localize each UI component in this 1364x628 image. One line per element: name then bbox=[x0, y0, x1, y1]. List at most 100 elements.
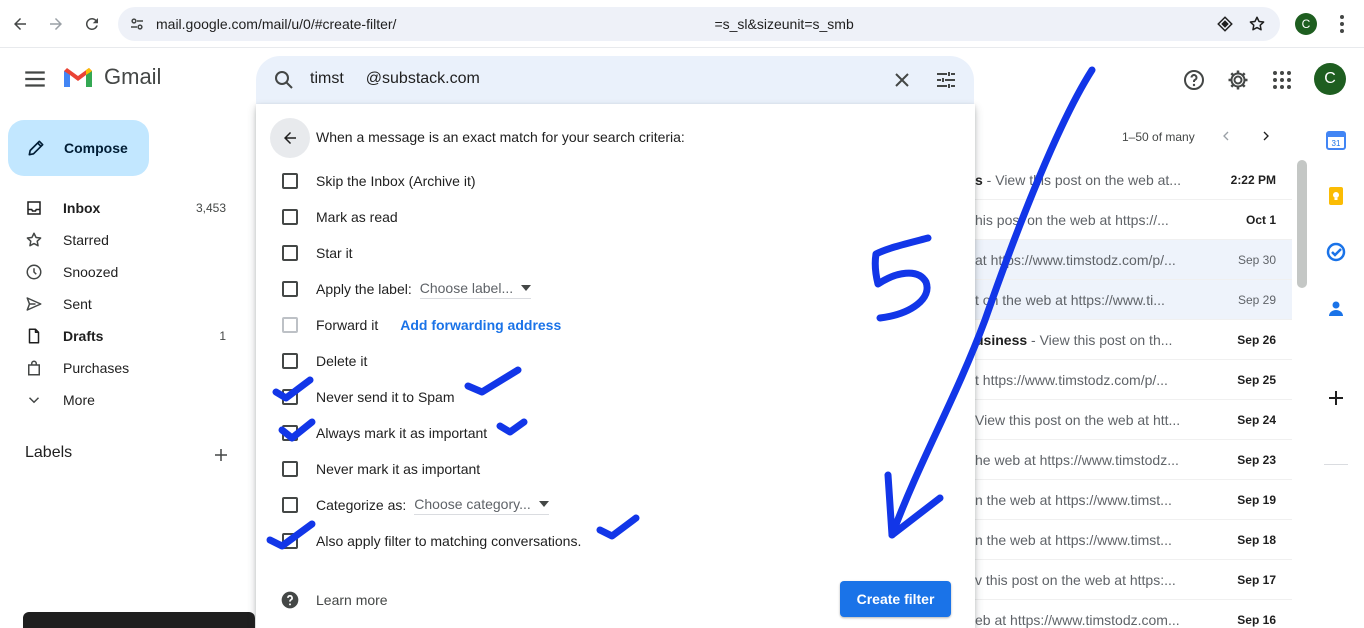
dropdown-value: Choose label... bbox=[419, 279, 514, 296]
apps-grid-icon[interactable] bbox=[1270, 68, 1294, 97]
mail-row[interactable]: v this post on the web at https:... Sep 1… bbox=[975, 560, 1292, 600]
filter-criteria-heading: When a message is an exact match for you… bbox=[316, 129, 685, 145]
pager-count: 1–50 of many bbox=[1122, 130, 1195, 144]
chevron-down-icon bbox=[25, 391, 43, 409]
choose-category-dropdown[interactable]: Choose category... bbox=[414, 496, 549, 515]
create-filter-button[interactable]: Create filter bbox=[840, 581, 951, 617]
mail-row[interactable]: eb at https://www.timstodz.com... Sep 16 bbox=[975, 600, 1292, 628]
reload-icon[interactable] bbox=[80, 12, 104, 36]
compose-label: Compose bbox=[64, 140, 128, 156]
option-label: Skip the Inbox (Archive it) bbox=[316, 173, 476, 189]
mail-snippet-text: v this post on the web at https:... bbox=[975, 572, 1176, 588]
mail-row[interactable]: n the web at https://www.timst... Sep 19 bbox=[975, 480, 1292, 520]
mail-row[interactable]: at https://www.timstodz.com/p/... Sep 30 bbox=[975, 240, 1292, 280]
mail-date: Sep 25 bbox=[1237, 373, 1276, 387]
sidebar-item-drafts[interactable]: Drafts 1 bbox=[0, 320, 240, 352]
sidebar-item-label: More bbox=[63, 392, 95, 408]
apply-to-matching-checkbox[interactable] bbox=[282, 533, 298, 549]
clear-search-icon[interactable] bbox=[890, 68, 914, 97]
skip-inbox-checkbox[interactable] bbox=[282, 173, 298, 189]
mail-date: Oct 1 bbox=[1245, 213, 1276, 227]
choose-label-dropdown[interactable]: Choose label... bbox=[419, 279, 532, 299]
mail-subject: s bbox=[975, 172, 983, 188]
always-important-checkbox[interactable] bbox=[282, 425, 298, 441]
chevron-right-icon[interactable] bbox=[1258, 128, 1274, 149]
draft-icon bbox=[25, 327, 43, 345]
address-bar[interactable]: mail.google.com/mail/u/0/#create-filter/… bbox=[118, 7, 1280, 41]
chevron-left-icon[interactable] bbox=[1218, 128, 1234, 149]
extension-icon[interactable] bbox=[1216, 15, 1234, 38]
option-skip-inbox: Skip the Inbox (Archive it) bbox=[282, 171, 476, 191]
purchases-icon bbox=[25, 359, 43, 377]
mail-snippet: t https://www.timstodz.com/p/... bbox=[975, 372, 1190, 388]
contacts-icon[interactable] bbox=[1326, 298, 1346, 318]
search-bar[interactable]: timst @substack.com bbox=[256, 56, 974, 104]
mail-row[interactable]: n the web at https://www.timst... Sep 18 bbox=[975, 520, 1292, 560]
option-label: Star it bbox=[316, 245, 353, 261]
mail-row[interactable]: View this post on the web at htt... Sep 2… bbox=[975, 400, 1292, 440]
browser-toolbar: mail.google.com/mail/u/0/#create-filter/… bbox=[0, 0, 1364, 48]
inbox-icon bbox=[25, 199, 43, 217]
search-icon[interactable] bbox=[272, 68, 296, 97]
sidebar-item-snoozed[interactable]: Snoozed bbox=[0, 256, 240, 288]
get-addons-plus-icon[interactable] bbox=[1326, 388, 1346, 408]
option-label: Never mark it as important bbox=[316, 461, 481, 477]
compose-button[interactable]: Compose bbox=[8, 120, 149, 176]
browser-profile-avatar[interactable]: C bbox=[1295, 13, 1317, 35]
mail-snippet-text: n the web at https://www.timst... bbox=[975, 492, 1172, 508]
never-spam-checkbox[interactable] bbox=[282, 389, 298, 405]
apply-label-checkbox[interactable] bbox=[282, 281, 298, 297]
keep-icon[interactable] bbox=[1326, 186, 1346, 206]
calendar-icon[interactable]: 31 bbox=[1326, 130, 1346, 150]
bookmark-star-icon[interactable] bbox=[1248, 15, 1266, 38]
back-button[interactable] bbox=[270, 118, 310, 158]
mail-row[interactable]: t on the web at https://www.ti... Sep 29 bbox=[975, 280, 1292, 320]
help-circle-icon[interactable] bbox=[280, 590, 300, 615]
mail-snippet: v this post on the web at https:... bbox=[975, 572, 1190, 588]
mail-row[interactable]: his post on the web at https://... Oct 1 bbox=[975, 200, 1292, 240]
forward-arrow-icon[interactable] bbox=[44, 12, 68, 36]
mail-list-scrollbar[interactable] bbox=[1297, 160, 1307, 288]
option-label: Delete it bbox=[316, 353, 368, 369]
main-menu-icon[interactable] bbox=[22, 66, 48, 97]
star-it-checkbox[interactable] bbox=[282, 245, 298, 261]
sidebar-item-sent[interactable]: Sent bbox=[0, 288, 240, 320]
sidebar-item-purchases[interactable]: Purchases bbox=[0, 352, 240, 384]
sidebar-item-more[interactable]: More bbox=[0, 384, 240, 416]
back-arrow-icon[interactable] bbox=[8, 12, 32, 36]
help-icon[interactable] bbox=[1182, 68, 1206, 97]
delete-it-checkbox[interactable] bbox=[282, 353, 298, 369]
forward-it-checkbox[interactable] bbox=[282, 317, 298, 333]
learn-more-link[interactable]: Learn more bbox=[316, 592, 388, 608]
sidebar-item-inbox[interactable]: Inbox 3,453 bbox=[0, 192, 240, 224]
search-input[interactable]: timst @substack.com bbox=[310, 70, 480, 88]
account-avatar[interactable]: C bbox=[1314, 63, 1346, 95]
mail-date: Sep 24 bbox=[1237, 413, 1276, 427]
search-options-icon[interactable] bbox=[934, 68, 958, 97]
side-panel-rail: 31 bbox=[1308, 112, 1364, 628]
option-never-spam: Never send it to Spam bbox=[282, 387, 455, 407]
settings-gear-icon[interactable] bbox=[1226, 68, 1250, 97]
option-always-important: Always mark it as important bbox=[282, 423, 487, 443]
sidebar-item-starred[interactable]: Starred bbox=[0, 224, 240, 256]
mail-row[interactable]: usiness - View this post on th... Sep 26 bbox=[975, 320, 1292, 360]
mail-snippet: s - View this post on the web at... bbox=[975, 172, 1190, 188]
option-apply-to-matching: Also apply filter to matching conversati… bbox=[282, 531, 581, 551]
mail-row[interactable]: s - View this post on the web at... 2:22 … bbox=[975, 160, 1292, 200]
mail-snippet-text: n the web at https://www.timst... bbox=[975, 532, 1172, 548]
gmail-logo[interactable]: Gmail bbox=[62, 64, 161, 90]
add-label-icon[interactable] bbox=[212, 446, 230, 469]
tasks-icon[interactable] bbox=[1326, 242, 1346, 262]
dropdown-caret-icon bbox=[538, 500, 549, 507]
option-label: Forward it bbox=[316, 317, 379, 333]
categorize-checkbox[interactable] bbox=[282, 497, 298, 513]
mail-snippet-text: he web at https://www.timstodz... bbox=[975, 452, 1179, 468]
browser-menu-icon[interactable] bbox=[1332, 12, 1352, 41]
mark-read-checkbox[interactable] bbox=[282, 209, 298, 225]
site-settings-icon[interactable] bbox=[128, 15, 146, 38]
add-forwarding-address-link[interactable]: Add forwarding address bbox=[400, 317, 561, 333]
mail-row[interactable]: he web at https://www.timstodz... Sep 23 bbox=[975, 440, 1292, 480]
never-important-checkbox[interactable] bbox=[282, 461, 298, 477]
mail-row[interactable]: t https://www.timstodz.com/p/... Sep 25 bbox=[975, 360, 1292, 400]
sidebar-item-label: Drafts bbox=[63, 328, 104, 344]
